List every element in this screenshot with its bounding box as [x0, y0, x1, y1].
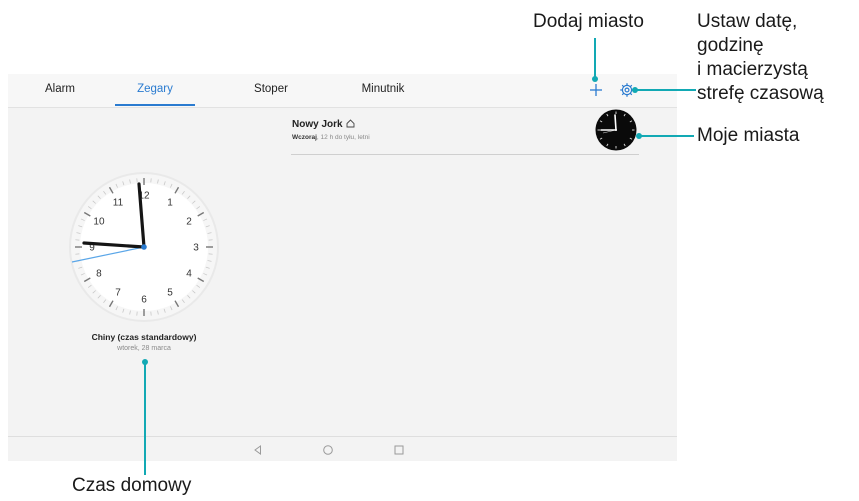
- recent-apps-icon[interactable]: [393, 443, 405, 455]
- leader-line-add-city: [594, 38, 596, 78]
- clock-number: 2: [186, 217, 192, 228]
- home-city-icon: [346, 119, 355, 128]
- active-tab-indicator: [115, 104, 195, 106]
- home-analog-clock: 12 1 2 3 4 5 6 7 8 9 10 11: [68, 171, 220, 323]
- home-icon[interactable]: [322, 443, 334, 455]
- clock-number: 10: [93, 217, 105, 228]
- leader-dot-add-city: [592, 76, 598, 82]
- tab-zegary[interactable]: Zegary: [125, 83, 185, 99]
- tab-divider: [8, 107, 677, 108]
- clock-number: 6: [141, 295, 147, 306]
- tab-bar: Alarm Zegary Stoper Minutnik: [8, 74, 677, 107]
- tab-minutnik[interactable]: Minutnik: [348, 83, 418, 99]
- home-date: wtorek, 28 marca: [117, 345, 171, 352]
- callout-settings-line2: godzinę: [697, 35, 764, 56]
- clock-number: 8: [96, 269, 102, 280]
- clock-number: 5: [167, 288, 173, 299]
- callout-settings-line4: strefę czasową: [697, 83, 824, 104]
- clock-number: 7: [115, 288, 121, 299]
- tab-stoper[interactable]: Stoper: [241, 83, 301, 99]
- back-icon[interactable]: [252, 443, 264, 455]
- clock-number: 11: [113, 197, 124, 208]
- callout-my-cities: Moje miasta: [697, 125, 800, 146]
- clock-number: 4: [186, 269, 192, 280]
- city-list-item[interactable]: Nowy Jork Wczoraj, 12 h do tyłu, letni: [288, 110, 638, 156]
- home-city-name: Chiny (czas standardowy): [91, 332, 197, 342]
- callout-settings-line1: Ustaw datę,: [697, 11, 798, 32]
- leader-dot-my-cities: [636, 133, 642, 139]
- city-row-divider: [291, 154, 639, 155]
- callout-add-city: Dodaj miasto: [533, 11, 644, 32]
- leader-line-settings: [634, 89, 696, 91]
- leader-dot-settings: [632, 87, 638, 93]
- callout-home-time: Czas domowy: [72, 475, 192, 496]
- tab-alarm[interactable]: Alarm: [30, 83, 90, 99]
- navigation-bar: [8, 436, 677, 461]
- city-name: Nowy Jork: [292, 119, 355, 130]
- leader-dot-home-time: [142, 359, 148, 365]
- plus-icon[interactable]: [586, 80, 606, 100]
- city-time-offset: Wczoraj, 12 h do tyłu, letni: [292, 134, 370, 141]
- leader-line-home-time: [144, 363, 146, 475]
- city-day: Wczoraj: [292, 134, 317, 141]
- clock-app-screen: Alarm Zegary Stoper Minutnik 12 1 2 3 4 …: [8, 74, 677, 461]
- city-name-text: Nowy Jork: [292, 119, 343, 130]
- clock-number: 1: [167, 197, 173, 208]
- city-offset: , 12 h do tyłu, letni: [316, 134, 370, 141]
- city-mini-clock: [595, 109, 637, 151]
- callout-settings-line3: i macierzystą: [697, 59, 808, 80]
- clock-number: 3: [193, 243, 199, 254]
- leader-line-my-cities: [638, 135, 694, 137]
